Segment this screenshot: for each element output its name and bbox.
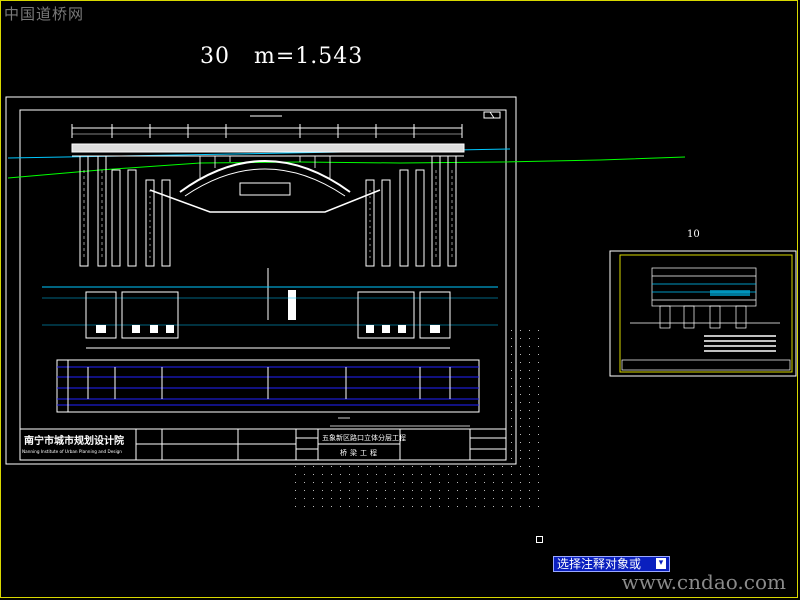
small-sheet-outer-border [609, 250, 797, 377]
top-dimension-ticks [71, 124, 463, 138]
small-sheet-label: 10 [687, 229, 700, 240]
terrain-line [7, 156, 686, 179]
small-sheet-inner-border [619, 254, 793, 373]
cad-drawing-canvas[interactable]: 南宁市城市规划设计院 Nanning Institute of Urban Pl… [0, 0, 800, 600]
command-prompt-text: 选择注释对象或 [557, 557, 642, 571]
bridge-deck [71, 143, 465, 153]
ground-profile [149, 189, 381, 213]
watermark-top: 中国道桥网 [4, 5, 85, 23]
cad-application-window: 南宁市城市规划设计院 Nanning Institute of Urban Pl… [0, 0, 800, 600]
small-sheet-highlight [710, 290, 750, 296]
main-arch-upper [179, 160, 351, 193]
small-sheet-content [621, 267, 791, 371]
scale-annotation: 30 m=1.543 [200, 44, 364, 69]
dotted-grid-region [295, 330, 539, 507]
sheet-corner-mark [483, 111, 501, 119]
institute-name: 南宁市城市规划设计院 [24, 434, 124, 447]
pickbox-cursor [536, 536, 543, 543]
right-pier-group [365, 155, 457, 267]
center-pile [288, 290, 296, 320]
table-markers [87, 367, 451, 399]
project-name: 五象新区路口立体分层工程 [322, 433, 406, 442]
small-sheet-text-lines [704, 335, 776, 352]
center-block [239, 182, 291, 196]
left-pier-group [79, 155, 171, 267]
arch-hangers [199, 156, 331, 178]
watermark-bottom: www.cndao.com [621, 570, 786, 594]
footing-piles [96, 325, 440, 333]
institute-name-en: Nanning Institute of Urban Planning and … [22, 449, 122, 454]
dropdown-icon[interactable]: ▾ [656, 558, 666, 569]
notes-lines [330, 417, 470, 427]
drawing-title: 桥梁工程 [340, 448, 380, 457]
